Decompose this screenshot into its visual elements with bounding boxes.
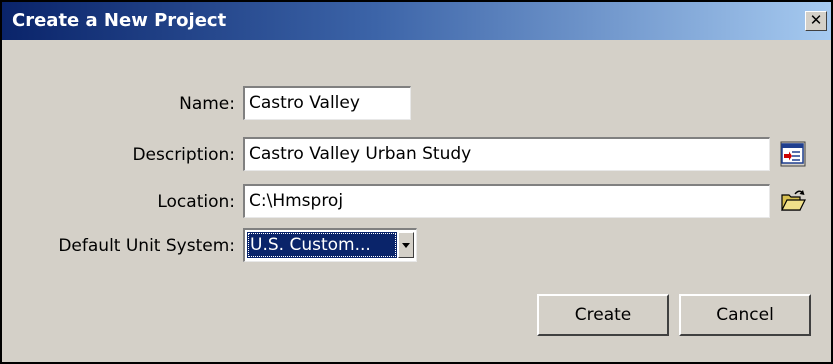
name-label: Name: xyxy=(179,94,235,114)
unit-system-value[interactable]: U.S. Custom... xyxy=(247,232,397,258)
title-bar[interactable]: Create a New Project ✕ xyxy=(2,2,831,40)
create-button[interactable]: Create xyxy=(537,294,669,336)
description-label: Description: xyxy=(132,145,235,165)
location-label: Location: xyxy=(157,192,235,212)
cancel-button[interactable]: Cancel xyxy=(679,294,811,336)
close-icon: ✕ xyxy=(809,11,823,29)
name-field[interactable]: Castro Valley xyxy=(243,86,411,120)
unit-system-label: Default Unit System: xyxy=(58,236,235,256)
dropdown-button[interactable] xyxy=(398,232,414,258)
open-folder-icon[interactable] xyxy=(780,188,806,214)
location-field[interactable]: C:\Hmsproj xyxy=(243,184,770,218)
edit-description-icon[interactable] xyxy=(780,141,806,167)
description-field[interactable]: Castro Valley Urban Study xyxy=(243,137,770,171)
window-title: Create a New Project xyxy=(12,10,227,31)
chevron-down-icon xyxy=(402,243,410,248)
create-project-dialog: Create a New Project ✕ Name: Castro Vall… xyxy=(0,0,833,364)
close-button[interactable]: ✕ xyxy=(805,11,827,31)
unit-system-select[interactable]: U.S. Custom... xyxy=(243,228,417,262)
